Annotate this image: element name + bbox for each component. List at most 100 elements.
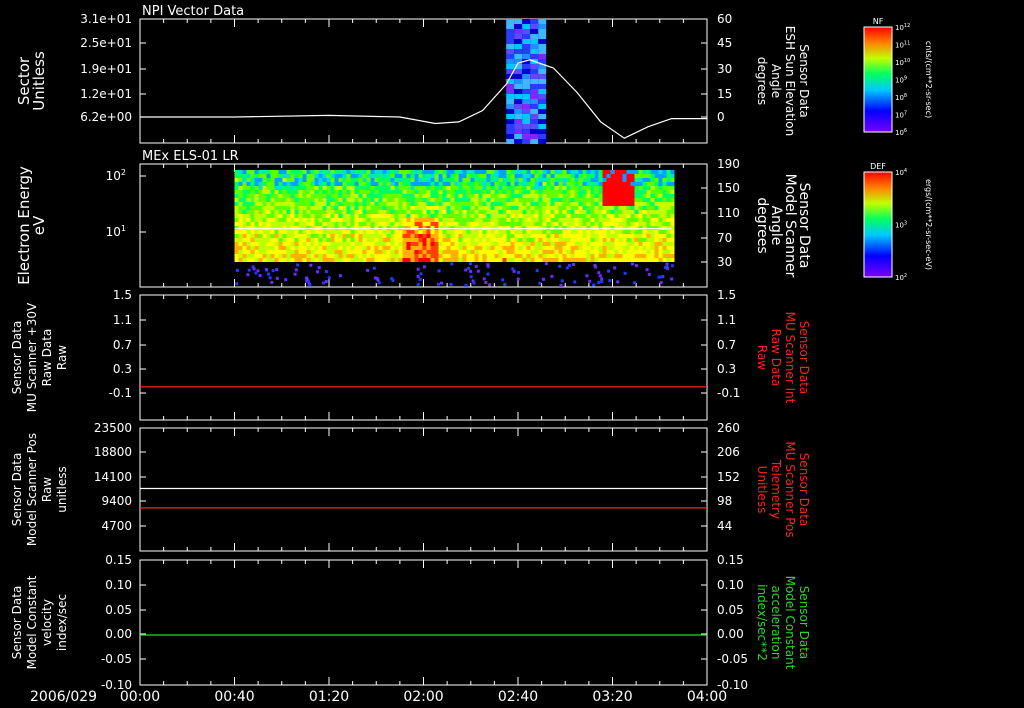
heatmap-cell	[498, 182, 503, 186]
heatmap-cell	[438, 226, 443, 230]
heatmap-cell	[438, 198, 443, 202]
heatmap-cell	[234, 254, 239, 258]
heatmap-cell	[618, 242, 623, 246]
heatmap-cell	[506, 124, 515, 129]
heatmap-cell	[254, 190, 259, 194]
heatmap-cell	[570, 222, 575, 226]
heatmap-cell	[382, 234, 387, 238]
heatmap-cell	[254, 210, 259, 214]
heatmap-cell	[638, 182, 643, 186]
heatmap-cell	[670, 238, 675, 242]
heatmap-cell	[398, 250, 403, 254]
heatmap-cell	[346, 230, 351, 234]
heatmap-cell	[484, 281, 488, 285]
heatmap-cell	[318, 194, 323, 198]
heatmap-cell	[294, 226, 299, 230]
heatmap-cell	[598, 234, 603, 238]
heatmap-cell	[614, 250, 619, 254]
heatmap-cell	[470, 190, 475, 194]
heatmap-cell	[270, 250, 275, 254]
left-tick-label: -0.1	[109, 386, 132, 400]
heatmap-cell	[634, 190, 639, 194]
heatmap-cell	[506, 89, 515, 94]
heatmap-cell	[262, 258, 267, 262]
heatmap-cell	[530, 214, 535, 218]
heatmap-cell	[258, 226, 263, 230]
heatmap-cell	[502, 170, 507, 174]
heatmap-cell	[326, 246, 331, 250]
heatmap-cell	[534, 206, 539, 210]
heatmap-cell	[458, 258, 463, 262]
heatmap-cell	[522, 194, 527, 198]
heatmap-cell	[354, 254, 359, 258]
heatmap-cell	[526, 246, 531, 250]
heatmap-cell	[406, 234, 411, 238]
heatmap-cell	[282, 182, 287, 186]
heatmap-cell	[658, 182, 663, 186]
heatmap-cell	[250, 246, 255, 250]
heatmap-cell	[282, 186, 287, 190]
heatmap-cell	[542, 246, 547, 250]
heatmap-cell	[322, 174, 327, 178]
left-axis-label: Sensor Data	[10, 586, 24, 660]
heatmap-cell	[434, 214, 439, 218]
heatmap-cell	[294, 250, 299, 254]
heatmap-cell	[650, 218, 655, 222]
heatmap-cell	[526, 206, 531, 210]
heatmap-cell	[366, 254, 371, 258]
heatmap-cell	[450, 194, 455, 198]
heatmap-cell	[590, 234, 595, 238]
heatmap-cell	[246, 238, 251, 242]
right-tick-label: 30	[717, 255, 732, 269]
heatmap-cell	[658, 246, 663, 250]
heatmap-cell	[266, 254, 271, 258]
right-axis-label: MU Scanner Pos	[783, 441, 797, 537]
right-axis-label: Sensor Data	[797, 44, 811, 118]
heatmap-cell	[370, 206, 375, 210]
heatmap-cell	[594, 206, 599, 210]
heatmap-cell	[550, 238, 555, 242]
heatmap-cell	[422, 178, 427, 182]
heatmap-cell	[254, 250, 259, 254]
heatmap-cell	[262, 222, 267, 226]
heatmap-cell	[382, 246, 387, 250]
heatmap-cell	[362, 194, 367, 198]
heatmap-cell	[234, 234, 239, 238]
heatmap-cell	[438, 178, 443, 182]
heatmap-cell	[410, 178, 415, 182]
heatmap-cell	[474, 178, 479, 182]
heatmap-cell	[366, 258, 371, 262]
heatmap-cell	[482, 254, 487, 258]
heatmap-cell	[630, 194, 635, 198]
heatmap-cell	[238, 254, 243, 258]
heatmap-cell	[646, 258, 651, 262]
heatmap-cell	[526, 194, 531, 198]
heatmap-cell	[416, 267, 420, 271]
heatmap-cell	[538, 49, 547, 54]
heatmap-cell	[518, 190, 523, 194]
heatmap-cell	[538, 79, 547, 84]
heatmap-cell	[670, 182, 675, 186]
heatmap-cell	[235, 282, 239, 286]
heatmap-cell	[498, 174, 503, 178]
heatmap-cell	[418, 258, 423, 262]
heatmap-cell	[398, 242, 403, 246]
heatmap-cell	[630, 242, 635, 246]
heatmap-cell	[378, 222, 383, 226]
heatmap-cell	[374, 202, 379, 206]
heatmap-cell	[314, 186, 319, 190]
heatmap-cell	[326, 194, 331, 198]
heatmap-cell	[322, 258, 327, 262]
heatmap-cell	[278, 206, 283, 210]
heatmap-cell	[334, 194, 339, 198]
heatmap-cell	[602, 214, 607, 218]
heatmap-cell	[662, 198, 667, 202]
heatmap-cell	[622, 194, 627, 198]
heatmap-cell	[474, 246, 479, 250]
heatmap-cell	[630, 234, 635, 238]
heatmap-cell	[374, 182, 379, 186]
heatmap-cell	[572, 263, 576, 267]
heatmap-cell	[250, 258, 255, 262]
heatmap-cell	[522, 69, 531, 74]
heatmap-cell	[446, 254, 451, 258]
